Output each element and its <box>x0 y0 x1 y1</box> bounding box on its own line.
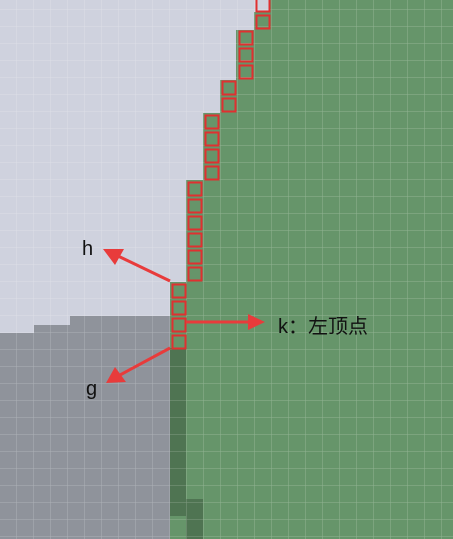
label-g: g <box>86 378 98 400</box>
pixel-grid-canvas <box>0 0 453 539</box>
pixel-grid-diagram: h k：左顶点 g <box>0 0 453 539</box>
label-k: k：左顶点 <box>278 316 368 338</box>
label-h: h <box>82 238 94 260</box>
